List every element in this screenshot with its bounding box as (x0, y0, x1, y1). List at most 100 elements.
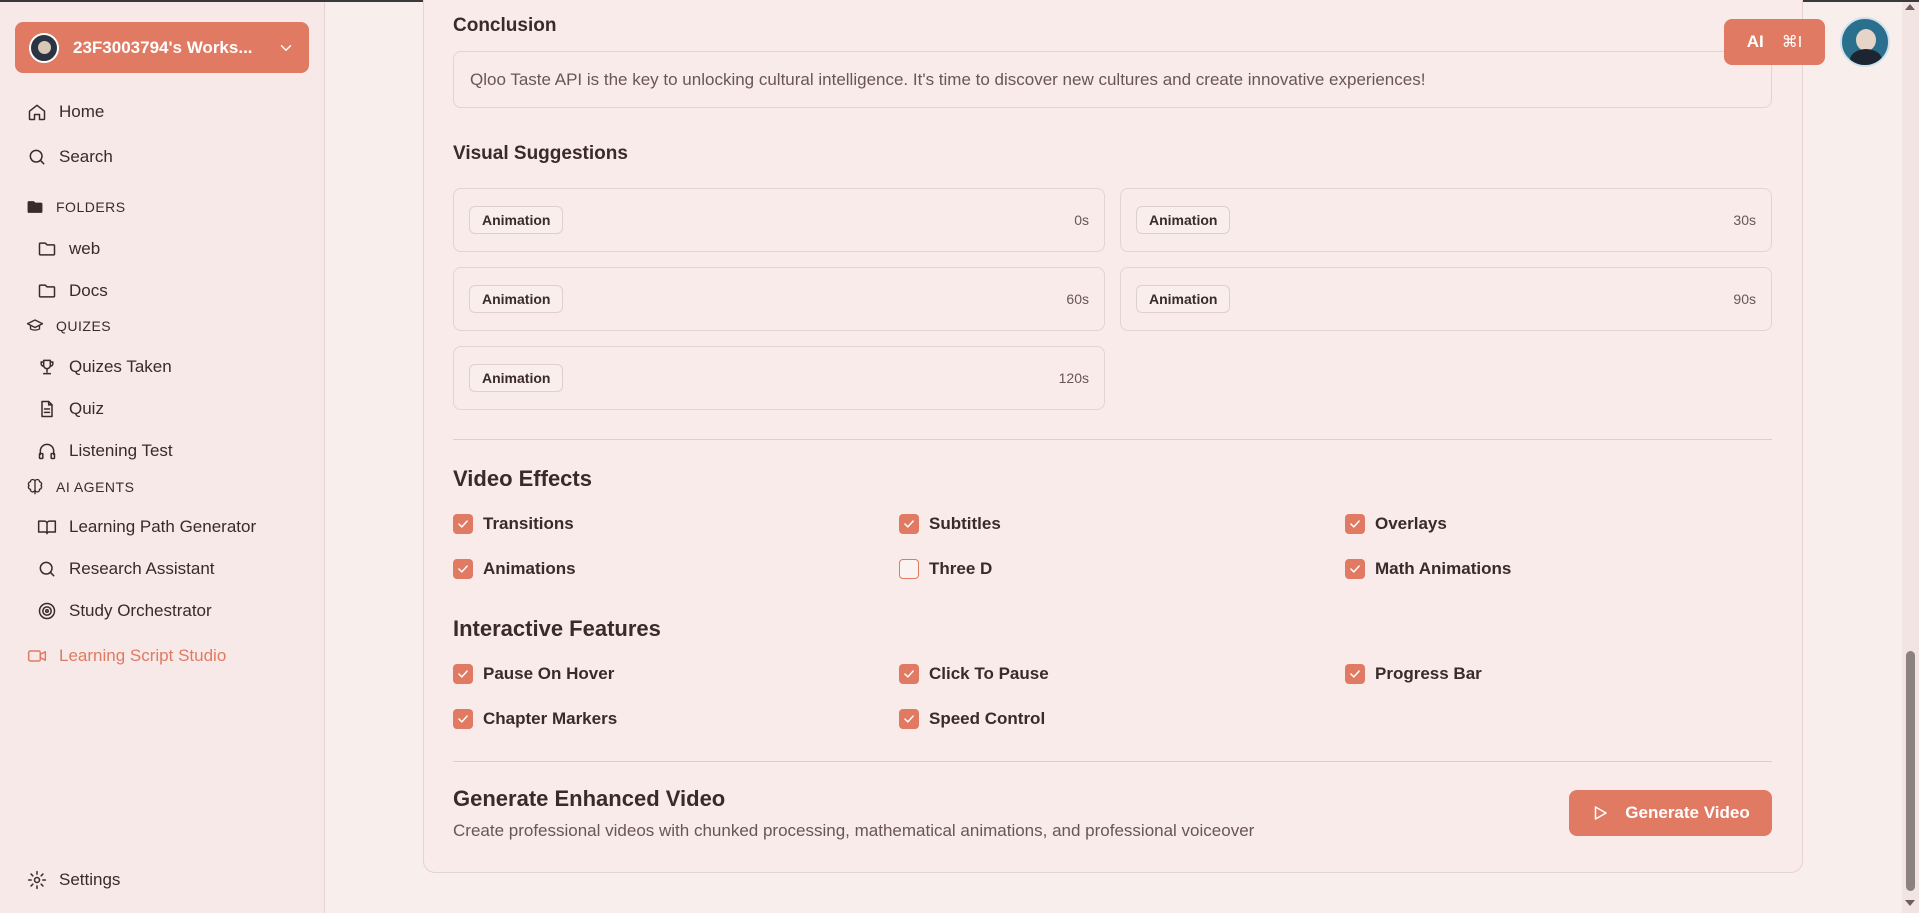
sidebar-item-listening-test[interactable]: Listening Test (37, 441, 173, 461)
document-icon (41, 400, 53, 418)
visual-suggestion-card[interactable]: Animation 60s (453, 267, 1105, 331)
sidebar-item-learning-path-generator[interactable]: Learning Path Generator (37, 517, 256, 537)
visual-suggestion-card[interactable]: Animation 0s (453, 188, 1105, 252)
checkbox-label: Transitions (483, 514, 574, 533)
check-icon (1350, 520, 1360, 528)
folder-icon (27, 201, 43, 213)
brain-icon (27, 478, 43, 495)
user-avatar[interactable] (1840, 17, 1890, 67)
checkbox-checked[interactable] (1345, 514, 1365, 534)
sidebar-item-label: Learning Script Studio (59, 646, 227, 665)
suggestion-timestamp: 120s (1058, 370, 1089, 386)
checkbox-speed-control[interactable]: Speed Control (899, 709, 1045, 729)
search-icon (39, 561, 55, 577)
checkbox-checked[interactable] (453, 664, 473, 684)
workspace-avatar (29, 32, 59, 63)
checkbox-label: Chapter Markers (483, 709, 618, 728)
interactive-features-heading: Interactive Features (453, 616, 661, 641)
sidebar-item-label: web (69, 239, 101, 258)
sidebar-item-label: Learning Path Generator (69, 517, 257, 536)
sidebar-item-learning-script-studio[interactable]: Learning Script Studio (27, 646, 226, 666)
search-icon (29, 149, 45, 165)
generate-video-button[interactable]: Generate Video (1569, 790, 1772, 836)
video-camera-icon (27, 650, 47, 662)
sidebar-item-label: Study Orchestrator (69, 601, 212, 620)
generate-video-label: Generate Video (1625, 803, 1750, 822)
checkbox-label: Progress Bar (1375, 664, 1482, 683)
sidebar-item-folder[interactable]: Docs (37, 281, 108, 301)
sidebar-item-label: Quiz (69, 399, 104, 418)
conclusion-heading: Conclusion (453, 15, 557, 36)
sidebar-item-settings[interactable]: Settings (27, 870, 120, 890)
sidebar-item-quiz[interactable]: Quiz (37, 399, 104, 419)
checkbox-progress-bar[interactable]: Progress Bar (1345, 664, 1482, 684)
visual-suggestions-heading: Visual Suggestions (453, 143, 628, 164)
suggestion-timestamp: 0s (1074, 212, 1089, 228)
sidebar-item-label: Home (59, 102, 105, 121)
sidebar-item-folder[interactable]: web (37, 239, 100, 259)
checkbox-checked[interactable] (899, 709, 919, 729)
checkbox-unchecked[interactable] (899, 559, 919, 579)
suggestion-type-badge: Animation (469, 206, 564, 234)
ai-label: AI (1746, 32, 1764, 51)
checkbox-checked[interactable] (453, 514, 473, 534)
video-effects-heading: Video Effects (453, 466, 592, 491)
play-icon (1595, 806, 1608, 820)
scrollbar-thumb[interactable] (1906, 651, 1915, 891)
chevron-down-icon (280, 44, 292, 51)
checkbox-checked[interactable] (1345, 559, 1365, 579)
conclusion-text[interactable]: Qloo Taste API is the key to unlocking c… (453, 51, 1772, 108)
sidebar-item-quizes-taken[interactable]: Quizes Taken (37, 357, 172, 377)
checkbox-checked[interactable] (453, 559, 473, 579)
sidebar-item-label: Settings (59, 870, 121, 889)
scroll-down-arrow-icon[interactable] (1905, 900, 1915, 906)
keyboard-shortcut: ⌘I (1781, 34, 1803, 51)
checkbox-checked[interactable] (1345, 664, 1365, 684)
suggestion-timestamp: 90s (1733, 291, 1756, 307)
sidebar-item-research-assistant[interactable]: Research Assistant (37, 559, 215, 579)
suggestion-timestamp: 30s (1733, 212, 1756, 228)
suggestion-timestamp: 60s (1066, 291, 1089, 307)
sidebar-item-label: Listening Test (69, 441, 173, 460)
checkbox-label: Overlays (1375, 514, 1447, 533)
checkbox-label: Math Animations (1375, 559, 1512, 578)
check-icon (904, 670, 914, 678)
checkbox-click-to-pause[interactable]: Click To Pause (899, 664, 1049, 684)
check-icon (458, 670, 468, 678)
workspace-name: 23F3003794's Works... (73, 37, 253, 57)
checkbox-checked[interactable] (899, 664, 919, 684)
checkbox-math-animations[interactable]: Math Animations (1345, 559, 1511, 579)
section-divider (453, 761, 1772, 762)
checkbox-checked[interactable] (453, 709, 473, 729)
sidebar-item-label: Search (59, 147, 113, 166)
sidebar-item-study-orchestrator[interactable]: Study Orchestrator (37, 601, 212, 621)
visual-suggestion-card[interactable]: Animation 30s (1120, 188, 1772, 252)
checkbox-checked[interactable] (899, 514, 919, 534)
checkbox-transitions[interactable]: Transitions (453, 514, 574, 534)
suggestion-type-badge: Animation (1136, 285, 1231, 313)
book-open-icon (37, 520, 57, 535)
gear-icon (27, 870, 47, 890)
checkbox-subtitles[interactable]: Subtitles (899, 514, 1001, 534)
workspace-switcher[interactable]: 23F3003794's Works... (15, 22, 309, 73)
checkbox-label: Subtitles (929, 514, 1001, 533)
ai-assistant-button[interactable]: AI ⌘I (1724, 19, 1825, 65)
checkbox-overlays[interactable]: Overlays (1345, 514, 1447, 534)
scroll-up-arrow-icon[interactable] (1905, 4, 1915, 10)
checkbox-chapter-markers[interactable]: Chapter Markers (453, 709, 617, 729)
check-icon (458, 715, 468, 723)
sidebar-item-label: Quizes Taken (69, 357, 172, 376)
checkbox-label: Pause On Hover (483, 664, 615, 683)
checkbox-animations[interactable]: Animations (453, 559, 576, 579)
visual-suggestion-card[interactable]: Animation 120s (453, 346, 1105, 410)
checkbox-label: Animations (483, 559, 576, 578)
suggestion-type-badge: Animation (1136, 206, 1231, 234)
target-icon (38, 602, 56, 620)
visual-suggestion-card[interactable]: Animation 90s (1120, 267, 1772, 331)
generate-section-description: Create professional videos with chunked … (453, 821, 1255, 840)
sidebar-item-search[interactable]: Search (27, 147, 113, 167)
sidebar-item-home[interactable]: Home (27, 102, 104, 122)
checkbox-pause-on-hover[interactable]: Pause On Hover (453, 664, 614, 684)
sidebar: 23F3003794's Works... Home Search FOLDER… (0, 2, 325, 913)
checkbox-three-d[interactable]: Three D (899, 559, 992, 579)
